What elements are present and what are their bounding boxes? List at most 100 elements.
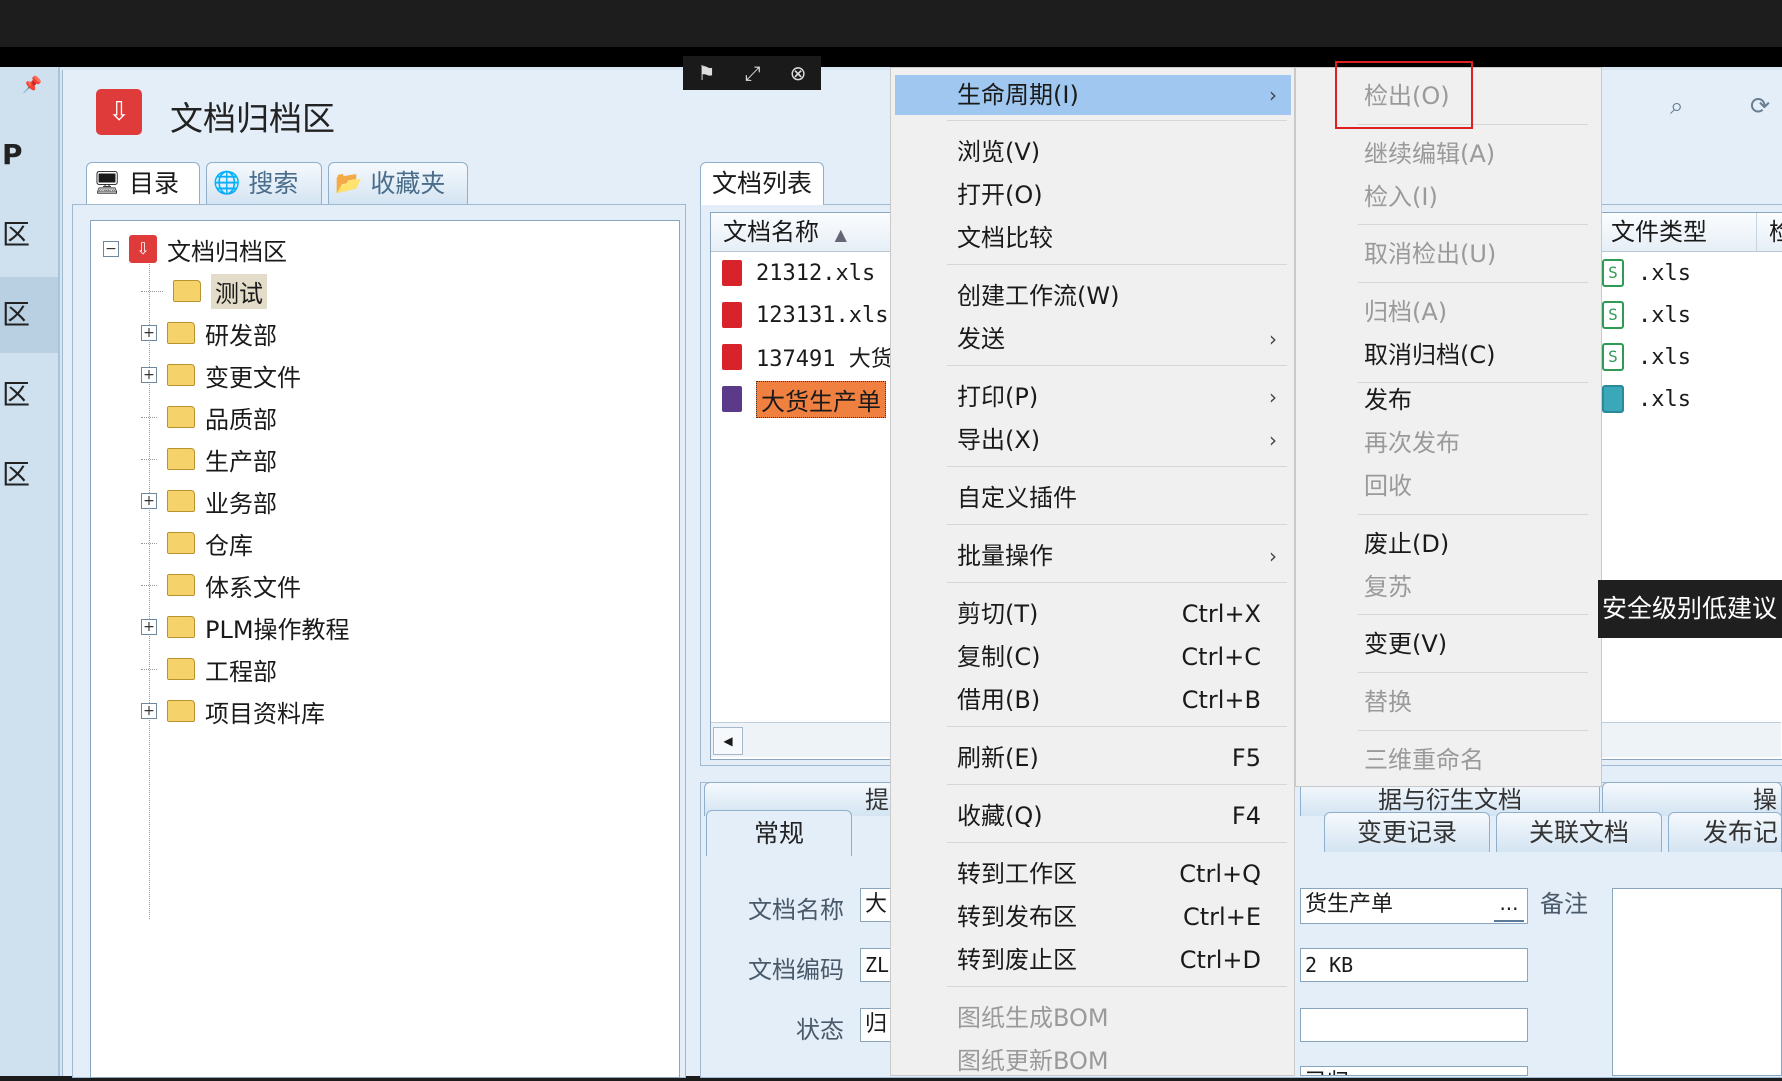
tree-item-test[interactable]: 测试	[141, 271, 267, 311]
menu-item-label: 转到发布区	[957, 903, 1077, 931]
resize-icon[interactable]: ⤢	[745, 61, 761, 85]
collapse-icon[interactable]: −	[103, 241, 119, 257]
tab-upper[interactable]: 据与衍生文档	[1300, 782, 1600, 816]
menu-item-send[interactable]: 发送 ›	[895, 319, 1291, 359]
left-strip-item[interactable]: 区	[0, 277, 58, 353]
tree-item-system-docs[interactable]: 体系文件	[141, 565, 301, 605]
menu-item-goto-obsolete[interactable]: 转到废止区 Ctrl+D	[895, 940, 1291, 980]
expand-icon[interactable]: +	[141, 325, 157, 341]
remark-field[interactable]	[1612, 888, 1782, 1076]
table-row[interactable]: 大货生产单	[722, 380, 886, 418]
menu-item-drawing-bom[interactable]: 图纸生成BOM	[895, 998, 1291, 1038]
close-icon[interactable]: ⊗	[790, 61, 807, 85]
tree-item-project-library[interactable]: + 项目资料库	[141, 691, 325, 731]
pin-icon[interactable]: ⚑	[698, 61, 716, 85]
menu-item-favorite[interactable]: 收藏(Q) F4	[895, 796, 1291, 836]
menu-item-copy[interactable]: 复制(C) Ctrl+C	[895, 637, 1291, 677]
pin-icon[interactable]: 📌	[22, 75, 42, 94]
menu-item-print[interactable]: 打印(P) ›	[895, 377, 1291, 417]
menu-item-cut[interactable]: 剪切(T) Ctrl+X	[895, 594, 1291, 634]
tree-item-engineering[interactable]: 工程部	[141, 649, 277, 689]
tab-change-history[interactable]: 变更记录	[1324, 812, 1490, 852]
submenu-item-obsolete[interactable]: 废止(D)	[1296, 524, 1601, 564]
submenu-item-recycle[interactable]: 回收	[1296, 466, 1601, 506]
menu-item-goto-publish[interactable]: 转到发布区 Ctrl+E	[895, 897, 1291, 937]
tree-item-rnd[interactable]: + 研发部	[141, 313, 277, 353]
folder-icon	[167, 532, 195, 554]
submenu-item-continue-edit[interactable]: 继续编辑(A)	[1296, 134, 1601, 174]
submenu-item-archive[interactable]: 归档(A)	[1296, 292, 1601, 332]
menu-item-label: 复制(C)	[957, 643, 1041, 671]
doc-code-field[interactable]: ZL	[860, 948, 892, 982]
menu-item-lifecycle[interactable]: 生命周期(I) ›	[895, 75, 1291, 115]
tab-related-docs[interactable]: 关联文档	[1496, 812, 1662, 852]
tab-general[interactable]: 常规	[706, 810, 852, 856]
menu-item-open[interactable]: 打开(O)	[895, 175, 1291, 215]
menu-item-compare[interactable]: 文档比较	[895, 218, 1291, 258]
menu-item-browse[interactable]: 浏览(V)	[895, 132, 1291, 172]
tab-search[interactable]: 🌐 搜索	[206, 162, 322, 204]
menu-item-drawing-update-bom[interactable]: 图纸更新BOM	[895, 1041, 1291, 1081]
menu-item-label: 发送	[957, 325, 1005, 353]
left-strip-item[interactable]: 区	[0, 357, 58, 433]
tab-publish-history[interactable]: 发布记	[1668, 812, 1782, 852]
browse-button[interactable]: ...	[1494, 892, 1524, 922]
blank-field[interactable]	[1300, 1008, 1528, 1042]
submenu-item-cancel-checkout[interactable]: 取消检出(U)	[1296, 234, 1601, 274]
submenu-item-cancel-archive[interactable]: 取消归档(C)	[1296, 335, 1601, 375]
submenu-item-revive[interactable]: 复苏	[1296, 567, 1601, 607]
refresh-icon[interactable]: ⟳	[1750, 92, 1770, 120]
menu-item-custom-plugin[interactable]: 自定义插件	[895, 478, 1291, 518]
submenu-item-publish[interactable]: 发布	[1296, 380, 1601, 420]
search-icon[interactable]: ⌕	[1670, 92, 1683, 120]
menu-item-label: 打印(P)	[957, 383, 1039, 411]
tab-document-list[interactable]: 文档列表	[700, 162, 824, 205]
table-row[interactable]: 137491 大货	[722, 338, 893, 376]
tree-root-label: 文档归档区	[167, 237, 287, 266]
tree-item-plm-tutorial[interactable]: + PLM操作教程	[141, 607, 350, 647]
submenu-item-replace[interactable]: 替换	[1296, 682, 1601, 722]
expand-icon[interactable]: +	[141, 703, 157, 719]
scroll-left-icon[interactable]: ◀	[713, 727, 743, 755]
menu-item-goto-work[interactable]: 转到工作区 Ctrl+Q	[895, 854, 1291, 894]
menu-item-borrow[interactable]: 借用(B) Ctrl+B	[895, 680, 1291, 720]
left-strip-item[interactable]: 区	[0, 437, 58, 513]
status-field[interactable]: 归	[860, 1008, 892, 1042]
table-row[interactable]: 21312.xls	[722, 254, 875, 292]
tab-label: 收藏夹	[370, 168, 446, 198]
tab-directory[interactable]: 🖥 目录	[86, 162, 200, 204]
excel-icon: S	[1602, 301, 1624, 329]
submenu-item-checkin[interactable]: 检入(I)	[1296, 177, 1601, 217]
tab-upper[interactable]: 操	[1602, 782, 1782, 816]
table-row[interactable]: 123131.xls	[722, 296, 888, 334]
tree-item-business[interactable]: + 业务部	[141, 481, 277, 521]
column-header-type[interactable]: 文件类型	[1599, 213, 1757, 251]
tree-item-change-docs[interactable]: + 变更文件	[141, 355, 301, 395]
menu-item-refresh[interactable]: 刷新(E) F5	[895, 738, 1291, 778]
tab-favorites[interactable]: 📂 收藏夹	[328, 162, 468, 204]
column-header-name[interactable]: 文档名称 ▲	[711, 213, 891, 251]
submenu-item-3d-rename[interactable]: 三维重命名	[1296, 740, 1601, 780]
document-icon	[722, 260, 742, 286]
expand-icon[interactable]: +	[141, 367, 157, 383]
menu-item-batch[interactable]: 批量操作 ›	[895, 536, 1291, 576]
menu-shortcut: Ctrl+Q	[1179, 860, 1261, 888]
expand-icon[interactable]: +	[141, 493, 157, 509]
size-field: 2 KB	[1300, 948, 1528, 982]
doc-name-field[interactable]: 大	[860, 888, 892, 922]
submenu-item-change[interactable]: 变更(V)	[1296, 624, 1601, 664]
tree-item-production[interactable]: 生产部	[141, 439, 277, 479]
tree-item-quality[interactable]: 品质部	[141, 397, 277, 437]
submenu-item-republish[interactable]: 再次发布	[1296, 423, 1601, 463]
column-header-extra[interactable]: 检	[1757, 213, 1782, 251]
tree-item-warehouse[interactable]: 仓库	[141, 523, 253, 563]
menu-item-create-workflow[interactable]: 创建工作流(W)	[895, 276, 1291, 316]
tree-item-label: 变更文件	[205, 363, 301, 392]
file-name: 21312.xls	[756, 260, 876, 286]
menu-shortcut: F5	[1231, 744, 1261, 772]
expand-icon[interactable]: +	[141, 619, 157, 635]
tree-root[interactable]: − ⇩ 文档归档区	[103, 229, 287, 269]
menu-item-export[interactable]: 导出(X) ›	[895, 420, 1291, 460]
left-strip-item[interactable]: P	[0, 117, 58, 193]
left-strip-item[interactable]: 区	[0, 197, 58, 273]
